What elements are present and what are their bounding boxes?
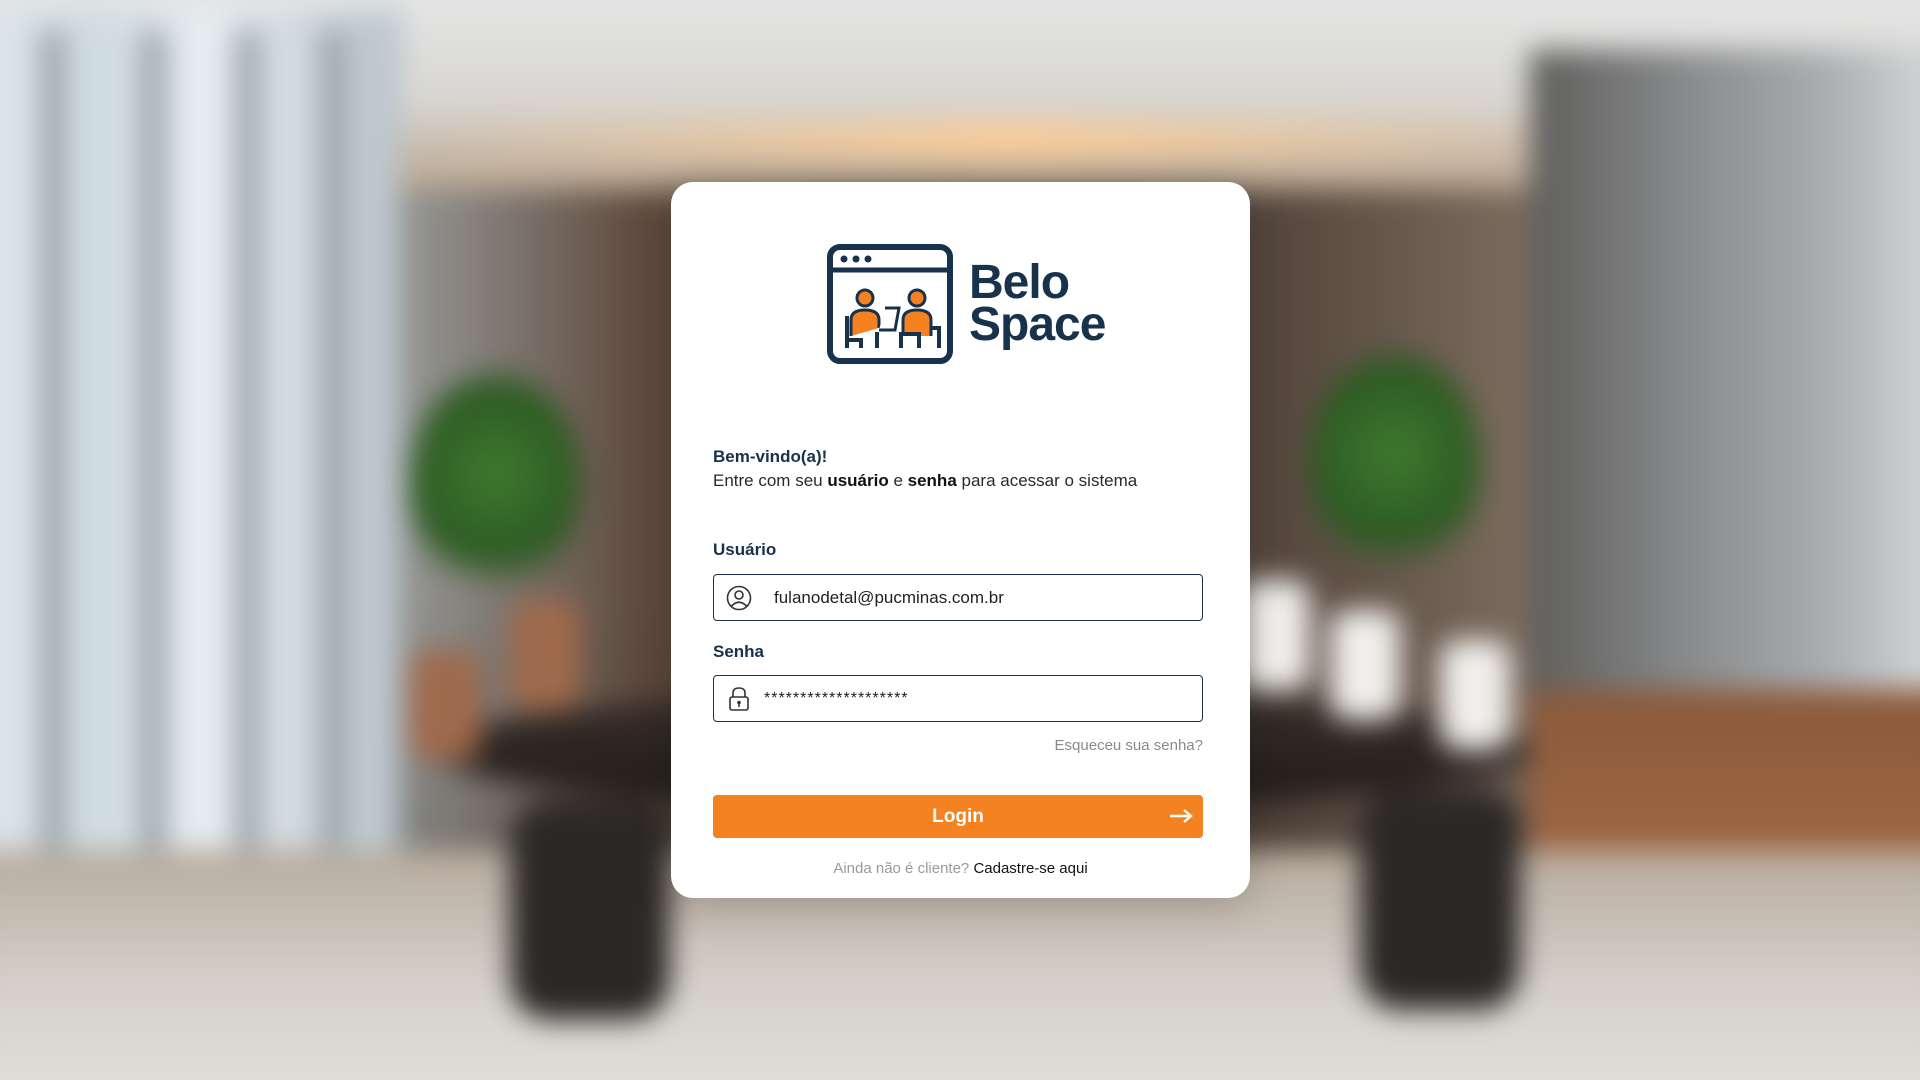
password-label: Senha (713, 642, 765, 661)
user-field[interactable] (713, 574, 1203, 621)
password-field[interactable] (713, 675, 1203, 722)
lock-icon (726, 686, 752, 712)
subtitle-text-before: Entre com seu (713, 471, 828, 490)
signup-prompt: Ainda não é cliente? Cadastre-se aqui (671, 860, 1250, 877)
login-button-label: Login (932, 805, 984, 827)
brand-name: Belo Space (969, 259, 1106, 351)
coworking-logo-icon (827, 244, 953, 364)
signup-link[interactable]: Cadastre-se aqui (973, 860, 1087, 877)
arrow-right-icon (1170, 809, 1193, 823)
subtitle-user-word: usuário (827, 471, 889, 490)
subtitle-pass-word: senha (907, 471, 957, 490)
password-input[interactable] (764, 689, 1164, 708)
welcome-title: Bem-vindo(a)! (713, 447, 828, 466)
user-circle-icon (726, 585, 752, 611)
subtitle-text-mid: e (888, 471, 908, 490)
user-label: Usuário (713, 540, 777, 559)
login-button[interactable]: Login (713, 795, 1203, 838)
signup-question: Ainda não é cliente? (833, 860, 970, 877)
brand-name-line2: Space (969, 298, 1106, 351)
forgot-password-link[interactable]: Esqueceu sua senha? (1055, 737, 1203, 754)
subtitle-text-after: para acessar o sistema (956, 471, 1138, 490)
user-input[interactable] (774, 587, 1174, 608)
brand-logo: Belo Space (827, 244, 1106, 364)
welcome-subtitle: Entre com seu usuário e senha para acess… (713, 471, 1137, 491)
login-card: Belo Space Bem-vindo(a)! Entre com seu u… (671, 182, 1250, 898)
